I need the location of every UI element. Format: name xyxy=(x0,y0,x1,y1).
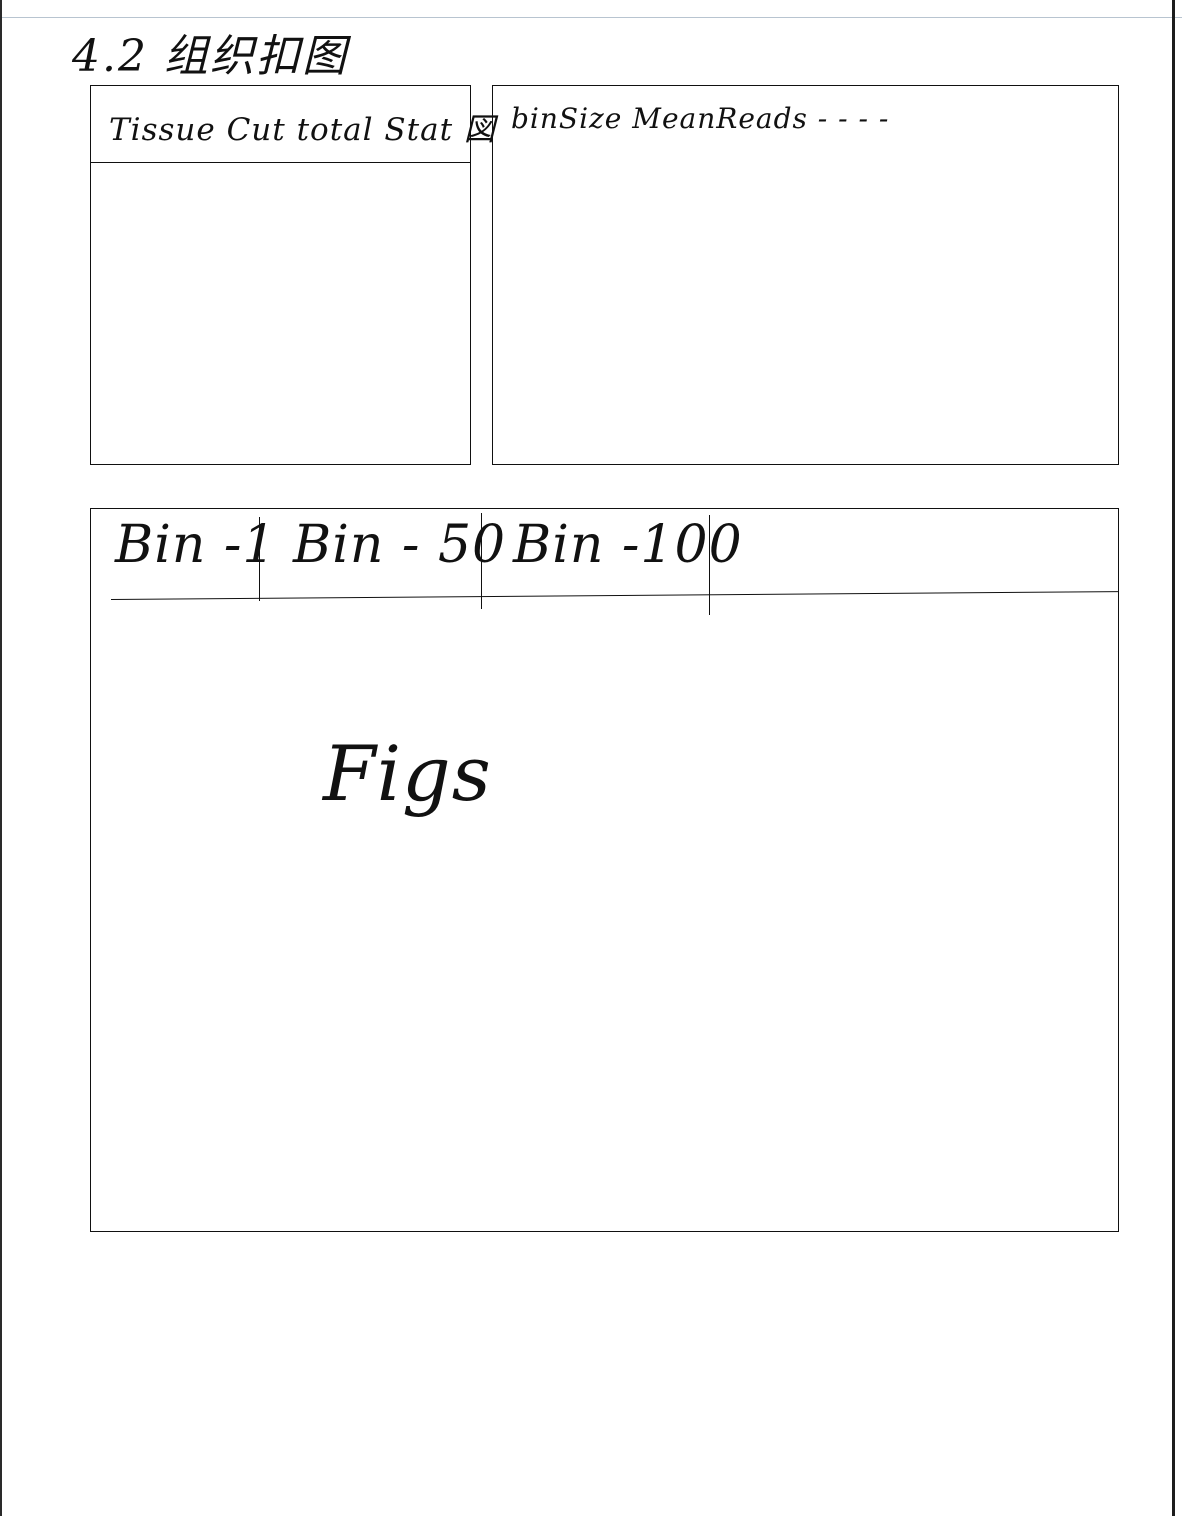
bin-figures-panel: Bin -1 Bin - 50 Bin -100 Figs xyxy=(90,508,1119,1232)
tab-separator xyxy=(259,517,260,601)
binsize-stat-header: binSize MeanReads - - - - xyxy=(511,102,890,135)
page-right-edge xyxy=(1172,0,1175,1516)
tab-separator xyxy=(709,515,710,615)
tissue-cut-stat-panel: Tissue Cut total Stat 図 xyxy=(90,85,495,465)
figures-placeholder: Figs xyxy=(323,729,492,818)
tissue-cut-header-divider xyxy=(91,162,470,163)
tab-bin-1[interactable]: Bin -1 xyxy=(115,515,277,575)
binsize-stat-panel: binSize MeanReads - - - - xyxy=(492,85,1119,465)
tab-separator xyxy=(481,513,482,609)
page-left-edge xyxy=(0,0,2,1516)
tissue-cut-stat-header: Tissue Cut total Stat 図 xyxy=(109,112,496,148)
tab-bar-underline xyxy=(110,591,1118,600)
page-top-rule xyxy=(0,17,1182,18)
tab-bin-50[interactable]: Bin - 50 xyxy=(293,515,506,575)
section-title: 4.2 组织扣图 xyxy=(72,31,348,82)
